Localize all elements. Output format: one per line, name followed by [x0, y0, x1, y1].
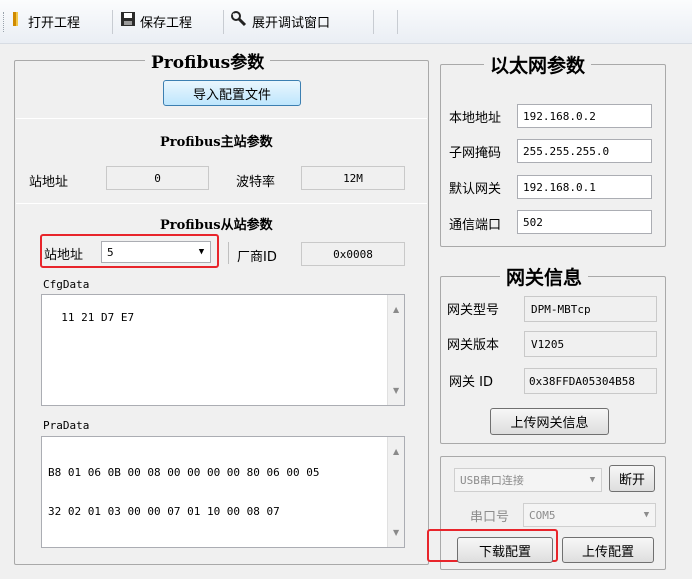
gateway-version-label: 网关版本: [447, 338, 500, 353]
scroll-up-icon[interactable]: ▲: [393, 447, 399, 456]
baud-rate-label: 波特率: [236, 175, 276, 190]
connection-mode-select[interactable]: USB串口连接 ▼: [454, 468, 602, 492]
local-address-input[interactable]: 192.168.0.2: [517, 104, 652, 128]
open-folder-icon: [10, 11, 24, 31]
save-project-button[interactable]: 保存工程: [120, 8, 192, 34]
scroll-down-icon[interactable]: ▼: [393, 528, 399, 537]
local-address-label: 本地地址: [449, 111, 502, 126]
slave-station-label: 站地址: [44, 248, 84, 263]
gateway-model-label: 网关型号: [447, 303, 500, 318]
open-project-button[interactable]: 打开工程: [10, 8, 80, 34]
slave-params-title: Profibus从站参数: [160, 218, 273, 233]
connection-mode-value: USB串口连接: [460, 474, 524, 487]
toolbar-separator: [397, 10, 398, 34]
vendor-divider: [228, 242, 229, 264]
chevron-down-icon[interactable]: ▼: [638, 504, 655, 526]
master-params-title: Profibus主站参数: [160, 135, 273, 150]
toolbar: [0, 0, 692, 44]
gateway-info-title: 网关信息: [500, 263, 589, 290]
ethernet-group-title: 以太网参数: [484, 51, 592, 78]
cfgdata-scrollbar[interactable]: ▲ ▼: [387, 295, 404, 405]
pradata-textarea[interactable]: B8 01 06 0B 00 08 00 00 00 00 80 06 00 0…: [41, 436, 405, 548]
default-gateway-input[interactable]: 192.168.0.1: [517, 175, 652, 199]
scroll-down-icon[interactable]: ▼: [393, 386, 399, 395]
section-divider: [16, 118, 427, 119]
gateway-version-field: V1205: [524, 331, 657, 357]
serial-port-label: 串口号: [470, 510, 510, 525]
serial-port-value: COM5: [529, 508, 556, 522]
chevron-down-icon[interactable]: ▼: [584, 469, 601, 491]
serial-port-select[interactable]: COM5 ▼: [523, 503, 656, 527]
save-project-label: 保存工程: [140, 15, 193, 31]
section-divider: [16, 203, 427, 204]
open-project-label: 打开工程: [28, 15, 81, 31]
chevron-down-icon[interactable]: ▼: [193, 242, 210, 262]
upload-config-button[interactable]: 上传配置: [562, 537, 654, 563]
baud-rate-field: 12M: [301, 166, 405, 190]
pradata-label: PraData: [43, 419, 90, 432]
import-config-button[interactable]: 导入配置文件: [163, 80, 301, 106]
default-gateway-label: 默认网关: [449, 182, 502, 197]
download-config-button[interactable]: 下载配置: [457, 537, 553, 563]
master-station-label: 站地址: [29, 175, 69, 190]
pradata-scrollbar[interactable]: ▲ ▼: [387, 437, 404, 547]
cfgdata-textarea[interactable]: 11 21 D7 E7: [41, 294, 405, 406]
slave-station-select[interactable]: 5 ▼: [101, 241, 211, 263]
subnet-mask-input[interactable]: 255.255.255.0: [517, 139, 652, 163]
cfgdata-text: 11 21 D7 E7: [61, 311, 135, 324]
wrench-icon: [230, 10, 248, 32]
save-disk-icon: [120, 11, 136, 31]
upload-gateway-info-button[interactable]: 上传网关信息: [490, 408, 609, 435]
expand-debug-button[interactable]: 展开调试窗口: [230, 8, 330, 34]
comm-port-input[interactable]: 502: [517, 210, 652, 234]
toolbar-separator: [112, 10, 113, 34]
disconnect-button[interactable]: 断开: [609, 465, 655, 492]
gateway-id-label: 网关 ID: [449, 375, 493, 390]
subnet-mask-label: 子网掩码: [449, 146, 502, 161]
cfgdata-label: CfgData: [43, 278, 90, 291]
toolbar-grip: [3, 12, 6, 32]
gateway-id-field: 0x38FFDA05304B58: [524, 368, 657, 394]
pradata-line: B8 01 06 0B 00 08 00 00 00 00 80 06 00 0…: [48, 466, 320, 479]
gateway-model-field: DPM-MBTcp: [524, 296, 657, 322]
expand-debug-label: 展开调试窗口: [252, 15, 331, 31]
scroll-up-icon[interactable]: ▲: [393, 305, 399, 314]
toolbar-separator: [373, 10, 374, 34]
slave-station-value: 5: [107, 245, 114, 259]
vendor-id-field: 0x0008: [301, 242, 405, 266]
master-station-field: 0: [106, 166, 209, 190]
comm-port-label: 通信端口: [449, 218, 502, 233]
toolbar-separator: [223, 10, 224, 34]
pradata-line: 32 02 01 03 00 00 07 01 10 00 08 07: [48, 505, 280, 518]
vendor-id-label: 厂商ID: [237, 250, 277, 265]
profibus-group-title: Profibus参数: [145, 48, 271, 73]
